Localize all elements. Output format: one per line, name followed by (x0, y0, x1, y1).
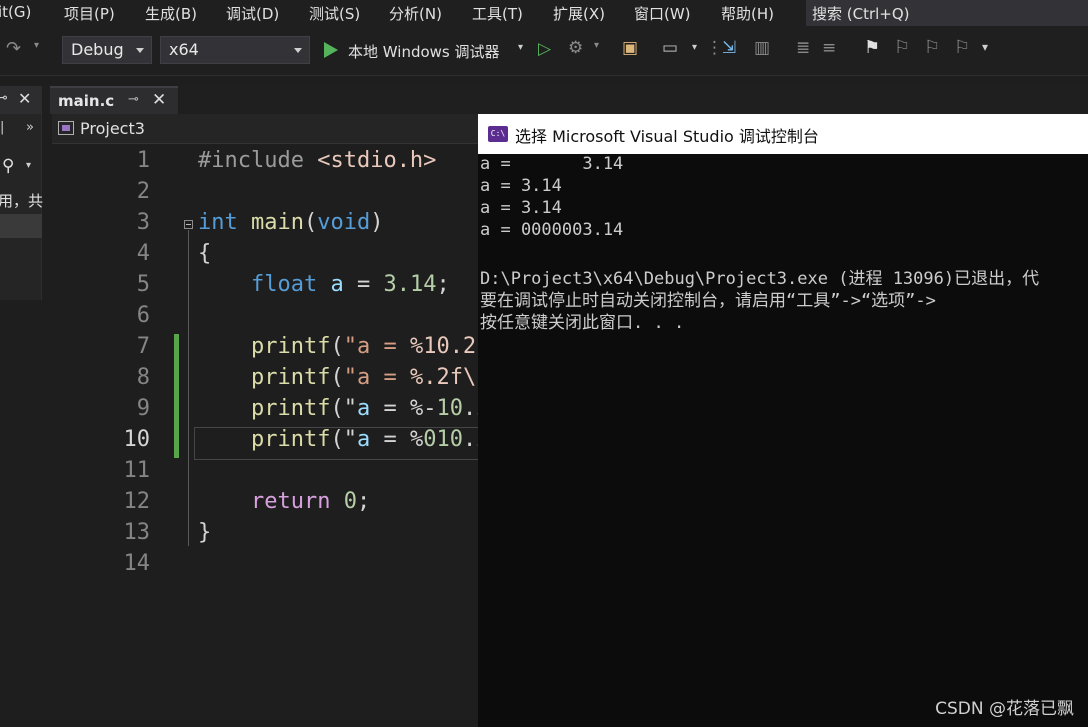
change-indicator-bar (174, 334, 179, 458)
pin-icon[interactable]: ⊸ (128, 92, 139, 107)
project-dropdown[interactable]: Project3 (80, 119, 145, 138)
console-title: 选择 Microsoft Visual Studio 调试控制台 (515, 127, 819, 146)
project-icon (58, 121, 74, 135)
menu-help[interactable]: 帮助(H) (721, 3, 774, 24)
prev-bookmark-icon[interactable]: ⚐ (894, 37, 910, 58)
watermark: CSDN @花落已飘 (935, 699, 1074, 719)
panel-empty-area (0, 300, 42, 727)
console-line: a = 0000003.14 (480, 220, 624, 240)
redo-icon[interactable]: ↷ (6, 38, 21, 59)
navigation-bar[interactable]: Project3 (52, 114, 488, 144)
menu-build[interactable]: 生成(B) (145, 3, 197, 24)
hot-reload-icon[interactable]: ⚙ (568, 38, 583, 58)
selected-row[interactable] (0, 214, 42, 238)
start-debugging-icon[interactable] (324, 42, 338, 58)
fold-toggle-icon[interactable] (184, 220, 193, 229)
console-title-bar[interactable]: C:\ 选择 Microsoft Visual Studio 调试控制台 (478, 114, 1088, 154)
line-number: 11 (123, 458, 151, 483)
debugger-dropdown-icon[interactable]: ▾ (518, 42, 523, 53)
cursor-icon[interactable]: ⇲ (722, 38, 736, 58)
debug-console-window[interactable]: C:\ 选择 Microsoft Visual Studio 调试控制台 a =… (478, 114, 1088, 727)
code-line-13: } (198, 520, 212, 545)
step-icon[interactable]: ⋮ (706, 38, 723, 58)
close-icon[interactable]: ✕ (18, 89, 31, 108)
comment-icon[interactable]: ≣ (796, 38, 810, 58)
tab-main-c[interactable]: main.c ⊸ ✕ (50, 86, 178, 114)
clear-bookmarks-icon[interactable]: ⚐ (954, 37, 970, 58)
line-number: 12 (123, 489, 151, 514)
line-number: 13 (123, 520, 151, 545)
code-line-4: { (198, 241, 212, 266)
tab-label: main.c (58, 92, 115, 110)
code-line-5: float a = 3.14; (250, 272, 450, 297)
current-line-number: 10 (123, 427, 151, 452)
toolbar-overflow-icon[interactable]: ▾ (982, 40, 988, 54)
uncomment-icon[interactable]: ≡ (822, 38, 836, 58)
bookmark-icon[interactable]: ⚑ (864, 37, 880, 58)
document-tab-bar: main.c ⊸ ✕ (42, 86, 1088, 114)
debugger-button-label[interactable]: 本地 Windows 调试器 (348, 41, 500, 62)
menu-analyze[interactable]: 分析(N) (389, 3, 442, 24)
search-icon[interactable]: ⚲ (2, 156, 14, 176)
code-line-12: return 0; (250, 489, 371, 514)
menu-git[interactable]: it(G) (0, 3, 31, 21)
platform-select[interactable]: x64 (160, 36, 310, 64)
line-number: 8 (136, 365, 150, 390)
code-line-8: printf("a = %.2f\n", (250, 365, 516, 390)
console-line: a = 3.14 (480, 154, 624, 174)
code-line-7: printf("a = %10.2f\n (250, 334, 516, 359)
line-number: 1 (136, 148, 150, 173)
code-editor[interactable]: 1 2 3 4 5 6 7 8 9 10 11 12 13 14 #includ… (52, 144, 516, 727)
menu-debug[interactable]: 调试(D) (226, 3, 279, 24)
pin-icon[interactable]: ⊸ (0, 90, 8, 106)
window-layout-icon[interactable]: ▭ (662, 38, 678, 58)
line-number: 2 (136, 179, 150, 204)
close-icon[interactable]: ✕ (152, 90, 166, 110)
line-number: 9 (136, 396, 150, 421)
redo-dropdown-icon[interactable]: ▾ (34, 40, 39, 51)
line-number: 5 (136, 272, 150, 297)
line-number: 3 (136, 210, 150, 235)
menu-bar: it(G) 项目(P) 生成(B) 调试(D) 测试(S) 分析(N) 工具(T… (0, 0, 1088, 26)
panel-status-text: 用，共 (0, 192, 44, 210)
toolbar: ↷ ▾ Debug x64 本地 Windows 调试器 ▾ ▷ ⚙ ▾ ▣ ▭… (0, 26, 1088, 76)
configuration-value: Debug (71, 40, 124, 59)
line-number: 14 (123, 551, 151, 576)
open-folder-icon[interactable]: ▣ (622, 38, 638, 58)
code-line-9: printf("a = %-10.2f\ (250, 396, 516, 421)
fold-guide (188, 230, 189, 546)
console-line: a = 3.14 (480, 198, 562, 218)
chevron-down-icon (136, 48, 144, 53)
menu-project[interactable]: 项目(P) (64, 3, 115, 24)
panel-overflow-icon[interactable]: » (26, 120, 34, 135)
panel-tool-icon[interactable]: | (0, 120, 4, 135)
search-box[interactable]: 搜索 (Ctrl+Q) (806, 0, 1088, 26)
menu-extensions[interactable]: 扩展(X) (553, 3, 605, 24)
solution-explorer-panel: ⊸ ✕ | » ⚲ ▾ 用，共 (0, 86, 44, 727)
code-line-3: int main(void) (198, 210, 384, 235)
console-app-icon: C:\ (488, 126, 508, 142)
platform-value: x64 (169, 40, 199, 59)
line-number: 7 (136, 334, 150, 359)
menu-window[interactable]: 窗口(W) (634, 3, 691, 24)
line-number: 6 (136, 303, 150, 328)
menu-test[interactable]: 测试(S) (309, 3, 360, 24)
search-dropdown-icon[interactable]: ▾ (26, 160, 31, 171)
menu-tools[interactable]: 工具(T) (472, 3, 523, 24)
code-line-1: #include <stdio.h> (198, 148, 437, 173)
run-without-debug-icon[interactable]: ▷ (538, 39, 551, 59)
code-line-10: printf("a = %010.2f\ (250, 427, 516, 452)
search-placeholder: 搜索 (Ctrl+Q) (812, 5, 910, 23)
configuration-select[interactable]: Debug (62, 36, 152, 64)
console-line: 按任意键关闭此窗口. . . (480, 313, 685, 333)
line-number: 4 (136, 241, 150, 266)
hot-reload-dropdown-icon[interactable]: ▾ (594, 40, 599, 51)
format-icon[interactable]: ▥ (754, 38, 770, 58)
console-line: a = 3.14 (480, 176, 562, 196)
panel-header: ⊸ ✕ (0, 86, 42, 114)
layout-dropdown-icon[interactable]: ▾ (692, 42, 697, 53)
next-bookmark-icon[interactable]: ⚐ (924, 37, 940, 58)
chevron-down-icon (294, 48, 302, 53)
